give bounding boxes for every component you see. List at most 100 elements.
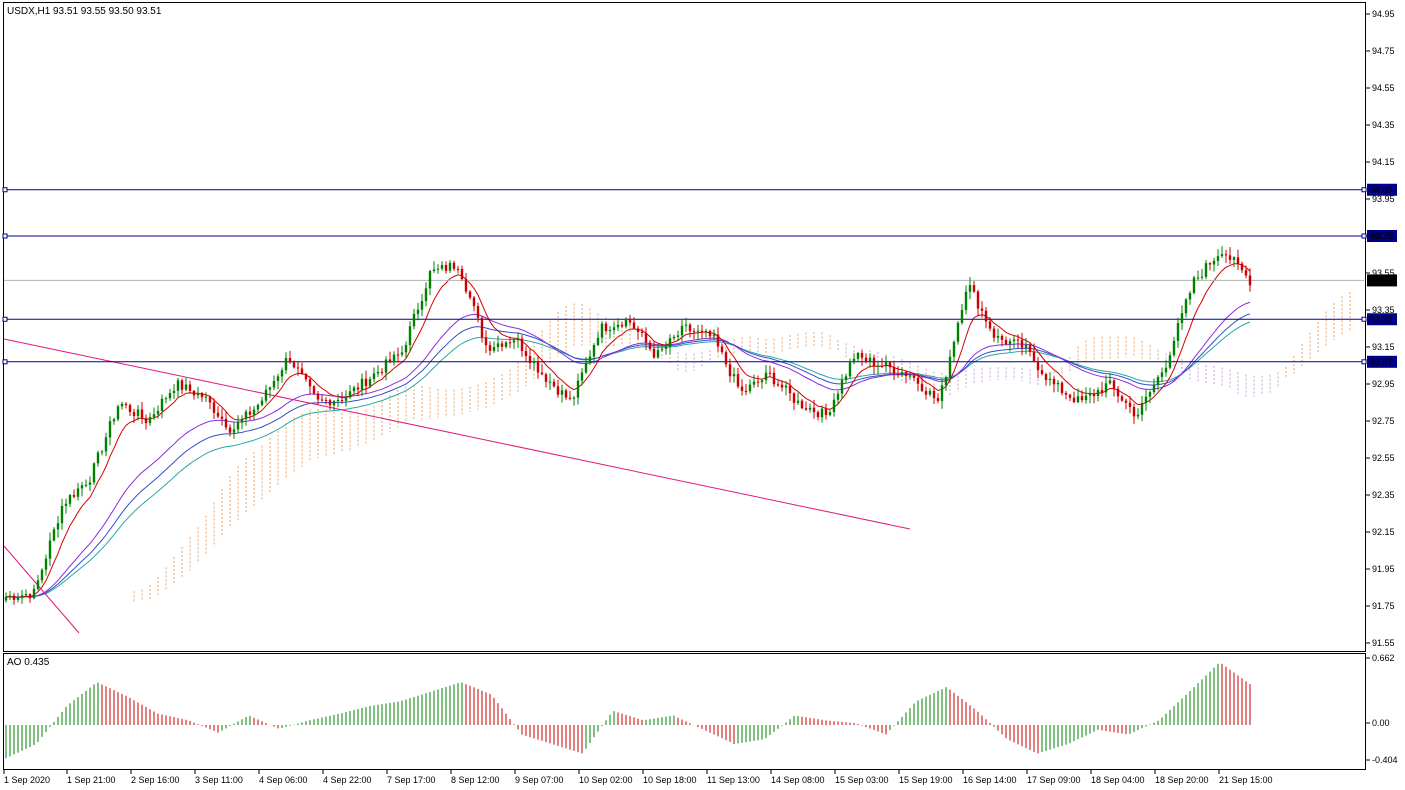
- candle-body: [1152, 384, 1156, 393]
- candle-body: [396, 354, 400, 356]
- time-tick-label: 15 Sep 19:00: [899, 775, 953, 785]
- candle-body: [300, 368, 304, 374]
- candle-body: [148, 417, 152, 424]
- candle-body: [484, 337, 488, 346]
- candle-body: [84, 484, 88, 486]
- candle-body: [136, 409, 140, 416]
- candle-body: [384, 359, 388, 373]
- candle-body: [796, 400, 800, 403]
- candle-body: [648, 342, 652, 349]
- candle-body: [152, 414, 156, 418]
- candle-body: [356, 387, 360, 390]
- candle-body: [312, 386, 316, 394]
- candle-body: [220, 416, 224, 419]
- candle-body: [196, 393, 200, 396]
- candle-body: [404, 344, 408, 353]
- candle-body: [896, 373, 900, 375]
- candle-body: [840, 380, 844, 394]
- level-handle-left: [2, 187, 8, 193]
- moving-averages: [5, 263, 1251, 599]
- candle-body: [380, 371, 384, 373]
- candle-body: [232, 429, 236, 433]
- candle-body: [96, 452, 100, 464]
- level-handle-right: [1361, 316, 1367, 322]
- candle-body: [1208, 263, 1212, 265]
- candle-body: [1068, 394, 1072, 398]
- candle-body: [124, 403, 128, 406]
- candle-body: [856, 352, 860, 359]
- candle-body: [572, 397, 576, 399]
- candle-body: [1088, 393, 1092, 396]
- candle-body: [740, 386, 744, 391]
- candle-body: [224, 418, 228, 428]
- candle-body: [500, 343, 504, 347]
- candle-body: [192, 390, 196, 396]
- candle-body: [708, 330, 712, 337]
- candle-body: [1104, 383, 1108, 393]
- candle-body: [992, 328, 996, 338]
- candle-body: [316, 393, 320, 400]
- candle-body: [244, 411, 248, 419]
- candle-body: [664, 346, 668, 349]
- candle-body: [588, 356, 592, 363]
- candle-body: [788, 385, 792, 394]
- candle-body: [388, 359, 392, 363]
- level-handle-right: [1361, 359, 1367, 365]
- candle-body: [1028, 344, 1032, 352]
- candle-body: [1040, 370, 1044, 375]
- candle-body: [608, 329, 612, 332]
- candle-body: [1024, 344, 1028, 348]
- candle-body: [940, 385, 944, 401]
- candle-body: [1228, 255, 1232, 260]
- time-tick-label: 3 Sep 11:00: [195, 775, 243, 785]
- candle-body: [160, 398, 164, 411]
- candle-body: [176, 380, 180, 391]
- candle-body: [476, 306, 480, 318]
- candle-body: [128, 405, 132, 413]
- candle-body: [672, 336, 676, 339]
- candle-body: [920, 383, 924, 392]
- candle-body: [1096, 390, 1100, 397]
- level-handle-left: [2, 233, 8, 239]
- candle-body: [1160, 372, 1164, 377]
- ao-tick-label: 0.00: [1372, 718, 1390, 728]
- candle-body: [1164, 367, 1168, 373]
- candle-body: [1112, 380, 1116, 389]
- candle-body: [988, 321, 992, 329]
- candle-body: [1012, 339, 1016, 342]
- candle-body: [1116, 388, 1120, 397]
- horizontal-levels[interactable]: 94.0093.7593.3093.0793.51: [2, 183, 1397, 368]
- candle-body: [1220, 254, 1224, 257]
- candle-body: [576, 380, 580, 398]
- chart-canvas[interactable]: 94.0093.7593.3093.0793.51 94.9594.7594.5…: [0, 0, 1405, 790]
- candle-body: [864, 357, 868, 362]
- candle-body: [392, 354, 396, 363]
- candle-body: [1248, 275, 1252, 286]
- candle-body: [700, 330, 704, 332]
- candle-body: [1236, 257, 1240, 264]
- candle-body: [372, 373, 376, 380]
- price-tick-label: 94.15: [1372, 157, 1395, 167]
- candle-body: [204, 396, 208, 398]
- candle-body: [568, 397, 572, 399]
- candle-body: [48, 540, 52, 559]
- candle-body: [292, 362, 296, 368]
- time-tick-label: 21 Sep 15:00: [1219, 775, 1273, 785]
- candle-body: [1244, 270, 1248, 276]
- candle-body: [936, 398, 940, 401]
- candle-body: [436, 268, 440, 270]
- candle-body: [860, 352, 864, 358]
- candle-body: [80, 485, 84, 489]
- candle-body: [536, 361, 540, 373]
- candle-body: [1204, 263, 1208, 277]
- ao-tick-label: 0.662: [1372, 653, 1395, 663]
- candle-body: [1004, 339, 1008, 345]
- price-axis: 94.95 94.75 94.55 94.35 94.15 93.95 93.75 93.55…: [1366, 9, 1395, 648]
- candle-body: [1064, 392, 1068, 395]
- candle-body: [1056, 382, 1060, 385]
- candle-body: [420, 301, 424, 310]
- candle-body: [880, 365, 884, 367]
- price-tick-label: 94.95: [1372, 9, 1395, 19]
- candle-body: [468, 291, 472, 298]
- candle-body: [956, 322, 960, 342]
